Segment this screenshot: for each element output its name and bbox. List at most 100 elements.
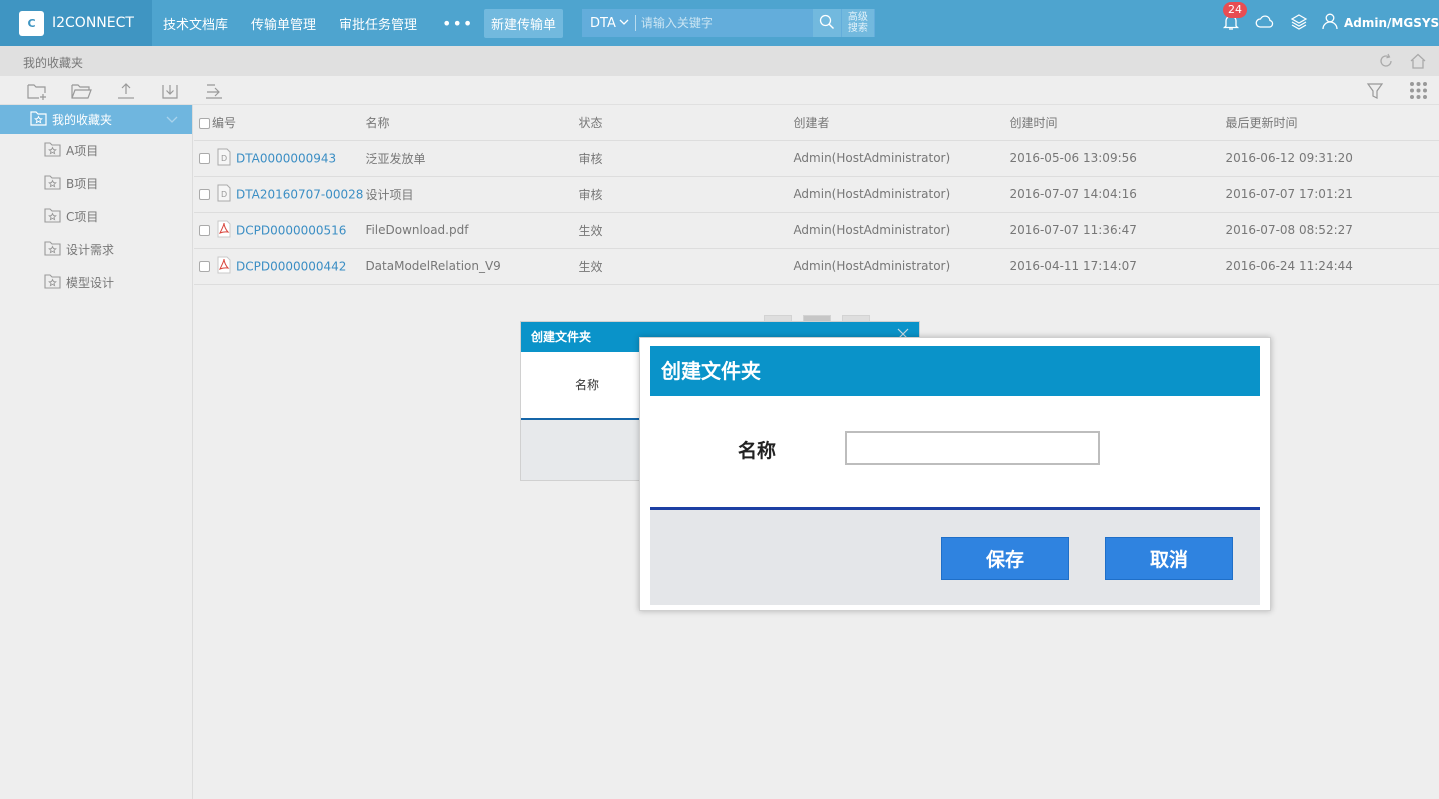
- document-created: 2016-05-06 13:09:56: [1009, 140, 1226, 177]
- upload-icon[interactable]: [115, 80, 136, 101]
- row-checkbox[interactable]: [199, 260, 210, 272]
- chevron-down-icon[interactable]: [166, 113, 178, 127]
- user-menu[interactable]: Admin/MGSYS: [1322, 13, 1439, 33]
- filter-icon[interactable]: [1364, 80, 1385, 101]
- document-name: FileDownload.pdf: [363, 212, 579, 249]
- user-icon: [1322, 13, 1338, 33]
- sidebar: 我的收藏夹 A项目 B项目 C项目 设计需求 模型设计: [0, 105, 193, 799]
- document-updated: 2016-06-24 11:24:44: [1225, 248, 1439, 285]
- main-nav: 技术文档库 传输单管理 审批任务管理 •••: [163, 0, 473, 46]
- row-checkbox[interactable]: [199, 152, 210, 164]
- document-name: DataModelRelation_V9: [363, 248, 579, 285]
- top-bar: C I2CONNECT 技术文档库 传输单管理 审批任务管理 ••• 新建传输单…: [0, 0, 1439, 46]
- advanced-search-button[interactable]: 高级 搜索: [841, 9, 874, 37]
- search-bar: DTA 高级搜索: [582, 9, 875, 37]
- home-icon[interactable]: [1409, 52, 1427, 73]
- sidebar-item-label: B项目: [66, 177, 99, 191]
- document-created: 2016-07-07 14:04:16: [1009, 176, 1226, 213]
- sidebar-item-c-project[interactable]: C项目: [0, 200, 192, 233]
- app-logo[interactable]: C I2CONNECT: [0, 0, 152, 46]
- document-name: 泛亚发放单: [363, 140, 579, 177]
- sidebar-item-label: A项目: [66, 144, 99, 158]
- document-table: 编号 名称 状态 创建者 创建时间 最后更新时间 D DTA0000000943 …: [194, 105, 1439, 285]
- cloud-icon: [1255, 14, 1275, 33]
- open-folder-icon[interactable]: [71, 80, 92, 101]
- doc-icon: D: [216, 184, 232, 205]
- sidebar-item-model-design[interactable]: 模型设计: [0, 266, 192, 299]
- notification-badge: 24: [1223, 2, 1247, 18]
- document-id-link[interactable]: DTA20160707-00028: [236, 187, 363, 201]
- search-type-select[interactable]: DTA: [582, 16, 629, 31]
- nav-item-tech-docs[interactable]: 技术文档库: [163, 14, 228, 33]
- row-checkbox[interactable]: [199, 188, 210, 200]
- table-header-row: 编号 名称 状态 创建者 创建时间 最后更新时间: [194, 105, 1439, 141]
- new-folder-icon[interactable]: [27, 80, 48, 101]
- search-input[interactable]: [640, 16, 813, 30]
- header-actions: 24 Admin/MGSYS: [1220, 0, 1439, 46]
- refresh-icon[interactable]: [1377, 52, 1395, 73]
- sidebar-item-favorites[interactable]: 我的收藏夹: [0, 105, 192, 134]
- pdf-icon: [216, 220, 232, 241]
- star-folder-icon: [44, 207, 61, 226]
- dialog-name-label: 名称: [575, 378, 600, 392]
- chevron-down-icon: [619, 18, 629, 29]
- table-row[interactable]: DCPD0000000442 DataModelRelation_V9 生效 A…: [194, 248, 1439, 285]
- export-icon[interactable]: [203, 80, 224, 101]
- document-status: 生效: [578, 248, 794, 285]
- document-status: 审核: [578, 140, 794, 177]
- layers-button[interactable]: [1288, 12, 1310, 34]
- column-header-creator[interactable]: 创建者: [793, 105, 1010, 141]
- layers-icon: [1290, 13, 1308, 34]
- breadcrumb-actions: [1363, 52, 1427, 73]
- pdf-icon: [216, 256, 232, 277]
- nav-more-button[interactable]: •••: [442, 14, 473, 33]
- column-header-updated[interactable]: 最后更新时间: [1225, 105, 1439, 141]
- document-id-link[interactable]: DTA0000000943: [236, 151, 336, 165]
- folder-name-input[interactable]: [845, 431, 1100, 465]
- table-row[interactable]: D DTA0000000943 泛亚发放单 审核 Admin(HostAdmini…: [194, 140, 1439, 177]
- select-all-checkbox[interactable]: [199, 117, 210, 129]
- breadcrumb-text: 我的收藏夹: [23, 56, 84, 70]
- column-header-id[interactable]: 编号: [194, 105, 364, 141]
- toolbar-right: [1341, 80, 1429, 101]
- grid-view-icon[interactable]: [1408, 80, 1429, 101]
- svg-text:D: D: [221, 154, 227, 163]
- row-checkbox[interactable]: [199, 224, 210, 236]
- star-folder-icon: [44, 273, 61, 292]
- document-updated: 2016-07-07 17:01:21: [1225, 176, 1439, 213]
- dialog-title: 创建文件夹: [650, 346, 1260, 396]
- download-icon[interactable]: [159, 80, 180, 101]
- toolbar: [0, 76, 1439, 105]
- table-row[interactable]: DCPD0000000516 FileDownload.pdf 生效 Admin…: [194, 212, 1439, 249]
- document-id-link[interactable]: DCPD0000000442: [236, 259, 346, 273]
- sidebar-item-design-requirements[interactable]: 设计需求: [0, 233, 192, 266]
- cancel-button[interactable]: 取消: [1105, 537, 1233, 580]
- search-divider: [634, 15, 636, 31]
- notification-button[interactable]: 24: [1220, 2, 1247, 34]
- advanced-search-label-2: 搜索: [847, 23, 868, 34]
- search-button[interactable]: [812, 9, 841, 37]
- column-header-name[interactable]: 名称: [363, 105, 579, 141]
- document-created: 2016-07-07 11:36:47: [1009, 212, 1226, 249]
- create-folder-dialog: 创建文件夹 名称 保存 取消: [639, 337, 1271, 611]
- column-header-status[interactable]: 状态: [578, 105, 794, 141]
- nav-item-transmittal[interactable]: 传输单管理: [251, 14, 316, 33]
- document-id-link[interactable]: DCPD0000000516: [236, 223, 346, 237]
- new-transmittal-button[interactable]: 新建传输单: [484, 9, 563, 38]
- document-name: 设计项目: [363, 176, 579, 213]
- user-name: Admin/MGSYS: [1344, 16, 1439, 30]
- sidebar-item-label: C项目: [66, 210, 99, 224]
- breadcrumb: 我的收藏夹: [0, 46, 1439, 76]
- document-created: 2016-04-11 17:14:07: [1009, 248, 1226, 285]
- column-header-created[interactable]: 创建时间: [1009, 105, 1226, 141]
- cloud-button[interactable]: [1254, 12, 1276, 34]
- sidebar-item-a-project[interactable]: A项目: [0, 134, 192, 167]
- document-updated: 2016-07-08 08:52:27: [1225, 212, 1439, 249]
- sidebar-root-label: 我的收藏夹: [52, 113, 113, 127]
- sidebar-item-b-project[interactable]: B项目: [0, 167, 192, 200]
- nav-item-approval[interactable]: 审批任务管理: [339, 14, 417, 33]
- save-button[interactable]: 保存: [941, 537, 1069, 580]
- table-row[interactable]: D DTA20160707-00028 设计项目 审核 Admin(HostAdm…: [194, 176, 1439, 213]
- advanced-search-label-1: 高级: [847, 12, 868, 23]
- star-folder-icon: [44, 240, 61, 259]
